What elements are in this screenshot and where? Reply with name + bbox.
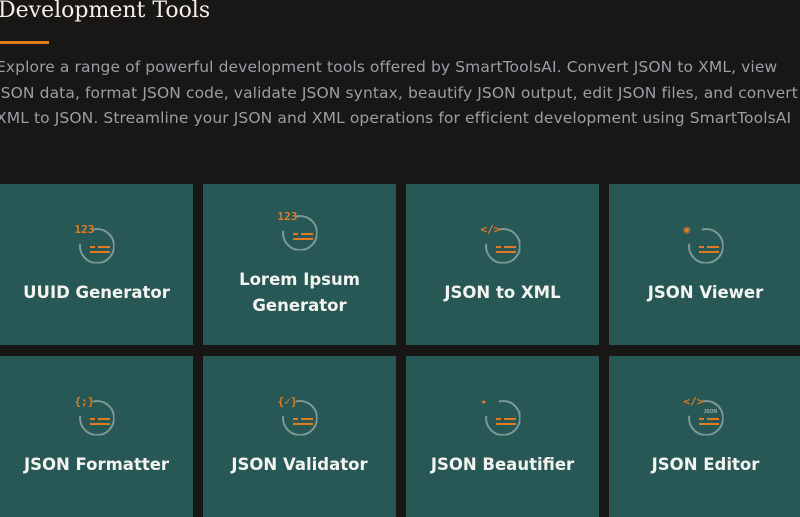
- braces-check-icon: {✓}: [278, 395, 322, 440]
- tool-label: JSON to XML: [444, 282, 561, 302]
- tool-card-uuid-generator[interactable]: 123 UUID Generator: [0, 184, 193, 345]
- braces-icon: {;}: [75, 395, 119, 440]
- number-123-icon: 123: [278, 210, 322, 255]
- code-tag-icon: </>: [481, 223, 525, 268]
- tool-card-json-to-xml[interactable]: </> JSON to XML: [406, 184, 599, 345]
- tool-label: JSON Formatter: [23, 454, 170, 474]
- page-title: Development Tools: [0, 0, 211, 23]
- tool-card-json-beautifier[interactable]: ✦ JSON Beautifier: [406, 356, 599, 517]
- tool-card-json-editor[interactable]: </> JSON JSON Editor: [609, 356, 800, 517]
- title-underline: [0, 41, 49, 44]
- number-123-icon: 123: [75, 223, 119, 268]
- page-description: Explore a range of powerful development …: [0, 58, 798, 127]
- tool-label: JSON Editor: [651, 454, 760, 474]
- eye-icon: ◉: [684, 223, 728, 268]
- tool-card-json-formatter[interactable]: {;} JSON Formatter: [0, 356, 193, 517]
- tool-label: Lorem Ipsum Generator: [239, 269, 360, 315]
- tool-card-lorem-ipsum-generator[interactable]: 123 Lorem Ipsum Generator: [203, 184, 396, 345]
- tool-label: JSON Validator: [231, 454, 368, 474]
- tool-card-json-validator[interactable]: {✓} JSON Validator: [203, 356, 396, 517]
- code-tag-icon: </> JSON: [684, 395, 728, 440]
- sparkles-icon: ✦: [481, 395, 525, 440]
- tool-label: UUID Generator: [23, 282, 170, 302]
- tool-label: JSON Viewer: [647, 282, 764, 302]
- tool-card-json-viewer[interactable]: ◉ JSON Viewer: [609, 184, 800, 345]
- tool-label: JSON Beautifier: [430, 454, 575, 474]
